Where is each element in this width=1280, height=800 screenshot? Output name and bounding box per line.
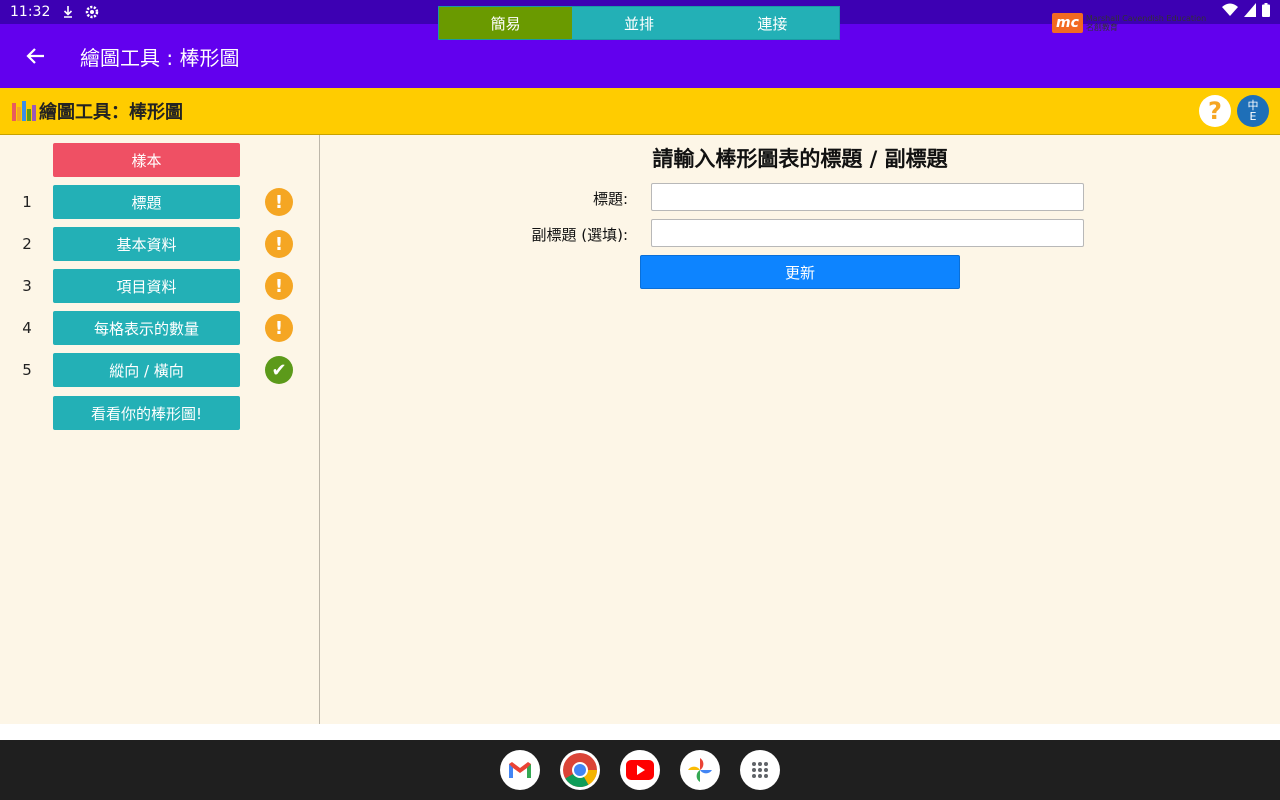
step-basic-info-button[interactable]: 基本資料 (53, 227, 240, 261)
brand-name: Marshall Cavendish Education 名創教育 (1085, 14, 1207, 32)
download-icon (60, 4, 76, 20)
title-input[interactable] (651, 183, 1084, 211)
question-icon: ? (1208, 97, 1222, 125)
check-icon: ✔ (265, 356, 293, 384)
warning-icon: ! (265, 230, 293, 258)
settings-icon (84, 4, 100, 20)
step-number: 2 (22, 235, 32, 253)
language-icon: 中 E (1247, 99, 1259, 123)
app-title: 繪圖工具 : 棒形圖 (80, 45, 240, 70)
tool-logo-text: 繪圖工具：棒形圖 (39, 102, 183, 123)
mode-tab-simple[interactable]: 簡易 (439, 7, 573, 39)
title-label: 標題: (592, 190, 628, 208)
brand-logo: mc Marshall Cavendish Education 名創教育 (1052, 12, 1206, 34)
tool-logo: 繪圖工具：棒形圖 (12, 98, 183, 124)
step-item: 4 每格表示的數量 ! (0, 311, 320, 345)
language-toggle-button[interactable]: 中 E (1237, 95, 1269, 127)
back-button[interactable] (0, 24, 72, 88)
step-item: 2 基本資料 ! (0, 227, 320, 261)
step-item: 1 標題 ! (0, 185, 320, 219)
gmail-icon[interactable] (500, 750, 540, 790)
step-item-data-button[interactable]: 項目資料 (53, 269, 240, 303)
update-button[interactable]: 更新 (640, 255, 960, 289)
mode-tab-connected[interactable]: 連接 (705, 7, 839, 39)
page-heading: 請輸入棒形圖表的標題 / 副標題 (652, 147, 948, 171)
wifi-icon (1222, 3, 1238, 21)
step-number: 1 (22, 193, 32, 211)
bar-chart-icon (12, 101, 36, 121)
step-item: 3 項目資料 ! (0, 269, 320, 303)
signal-icon (1244, 3, 1256, 21)
taskbar-dock (0, 740, 1280, 800)
step-number: 5 (22, 361, 32, 379)
status-time: 11:32 (10, 4, 51, 20)
mode-tab-side-by-side[interactable]: 並排 (572, 7, 706, 39)
subtitle-label: 副標題 (選填): (531, 226, 628, 244)
toolbar: 繪圖工具：棒形圖 (0, 88, 1280, 135)
mode-selector: 簡易 並排 連接 (438, 6, 840, 40)
view-chart-button[interactable]: 看看你的棒形圖! (53, 396, 240, 430)
warning-icon: ! (265, 188, 293, 216)
brand-mark: mc (1052, 13, 1083, 33)
main-panel: 請輸入棒形圖表的標題 / 副標題 標題: 副標題 (選填): 更新 (320, 135, 1280, 724)
step-orientation-button[interactable]: 縱向 / 橫向 (53, 353, 240, 387)
warning-icon: ! (265, 272, 293, 300)
step-number: 3 (22, 277, 32, 295)
chrome-icon[interactable] (560, 750, 600, 790)
bottom-gap (0, 724, 1280, 740)
battery-icon (1262, 3, 1270, 21)
youtube-icon[interactable] (620, 750, 660, 790)
step-scale-button[interactable]: 每格表示的數量 (53, 311, 240, 345)
arrow-left-icon (26, 48, 44, 64)
sample-button[interactable]: 樣本 (53, 143, 240, 177)
step-title-button[interactable]: 標題 (53, 185, 240, 219)
help-button[interactable]: ? (1199, 95, 1231, 127)
app-drawer-icon[interactable] (740, 750, 780, 790)
step-item: 5 縱向 / 橫向 ✔ (0, 353, 320, 387)
photos-icon[interactable] (680, 750, 720, 790)
subtitle-input[interactable] (651, 219, 1084, 247)
step-number: 4 (22, 319, 32, 337)
steps-sidebar: 樣本 1 標題 ! 2 基本資料 ! 3 項目資料 ! 4 每格表示的數量 ! … (0, 135, 320, 724)
warning-icon: ! (265, 314, 293, 342)
